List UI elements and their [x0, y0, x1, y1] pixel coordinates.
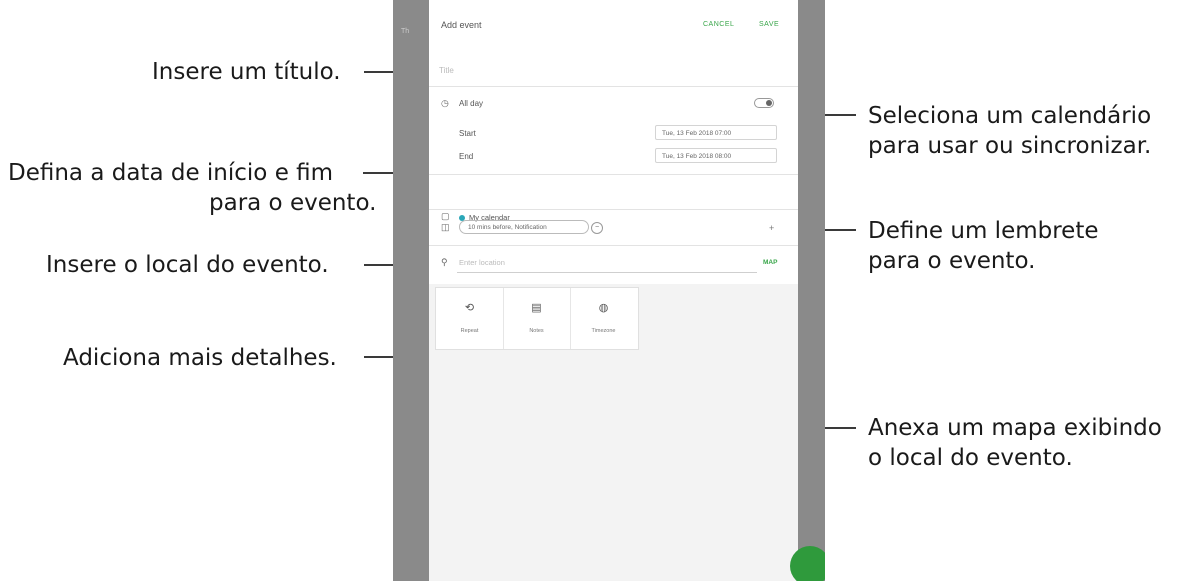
divider [429, 174, 798, 175]
backdrop-right [798, 0, 825, 581]
start-date-field[interactable]: Tue, 13 Feb 2018 07:00 [655, 125, 777, 140]
location-underline [457, 272, 757, 273]
phone-screen: Th Add event CANCEL SAVE Title ◷ All day… [393, 0, 825, 581]
details-panel: ⟲ Repeat ▤ Notes ◍ Timezone [435, 287, 639, 350]
location-pin-icon: ⚲ [441, 257, 448, 267]
all-day-toggle[interactable] [754, 98, 774, 108]
detail-label: Timezone [591, 328, 616, 334]
remove-reminder-icon[interactable]: − [591, 222, 603, 234]
bell-icon: ◫ [441, 222, 450, 232]
callout-title: Insere um título. [152, 59, 341, 85]
add-reminder-icon[interactable]: + [769, 223, 774, 233]
backdrop-mark: Th [401, 28, 410, 35]
all-day-label: All day [459, 99, 484, 108]
callout-details: Adiciona mais detalhes. [63, 345, 337, 371]
backdrop-left [393, 0, 429, 581]
detail-tile-notes[interactable]: ▤ Notes [503, 288, 571, 349]
callout-dates-1: Defina a data de início e fim [8, 160, 334, 186]
location-input[interactable]: Enter location [459, 258, 505, 267]
callout-dates-2: para o evento. [209, 190, 377, 216]
detail-label: Repeat [460, 328, 479, 334]
clock-icon: ◷ [441, 98, 449, 108]
callout-reminder-2: para o evento. [868, 248, 1036, 274]
title-input[interactable]: Title [439, 66, 454, 75]
divider [429, 86, 798, 87]
repeat-icon: ⟲ [464, 302, 475, 314]
page-title: Add event [441, 20, 482, 30]
callout-map-1: Anexa um mapa exibindo [868, 415, 1162, 441]
callout-calendar-2: para usar ou sincronizar. [868, 133, 1152, 159]
map-button[interactable]: MAP [763, 259, 777, 266]
callout-calendar-1: Seleciona um calendário [868, 103, 1152, 129]
callout-location: Insere o local do evento. [46, 252, 329, 278]
save-button[interactable]: SAVE [759, 21, 779, 28]
end-date-field[interactable]: Tue, 13 Feb 2018 08:00 [655, 148, 777, 163]
detail-label: Notes [529, 328, 544, 334]
end-label: End [459, 152, 474, 161]
cancel-button[interactable]: CANCEL [703, 21, 734, 28]
calendar-icon: ▢ [441, 211, 450, 221]
floating-action-button [790, 546, 825, 581]
start-label: Start [459, 129, 476, 138]
event-form: Add event CANCEL SAVE Title ◷ All day St… [429, 0, 798, 284]
detail-tile-repeat[interactable]: ⟲ Repeat [436, 288, 504, 349]
reminder-chip[interactable]: 10 mins before, Notification [459, 220, 589, 234]
add-event-sheet: Add event CANCEL SAVE Title ◷ All day St… [429, 0, 798, 581]
divider [429, 209, 798, 210]
globe-icon: ◍ [598, 302, 609, 314]
divider [429, 245, 798, 246]
notes-icon: ▤ [531, 302, 542, 314]
callout-map-2: o local do evento. [868, 445, 1073, 471]
detail-tile-timezone[interactable]: ◍ Timezone [570, 288, 637, 349]
callout-reminder-1: Define um lembrete [868, 218, 1099, 244]
